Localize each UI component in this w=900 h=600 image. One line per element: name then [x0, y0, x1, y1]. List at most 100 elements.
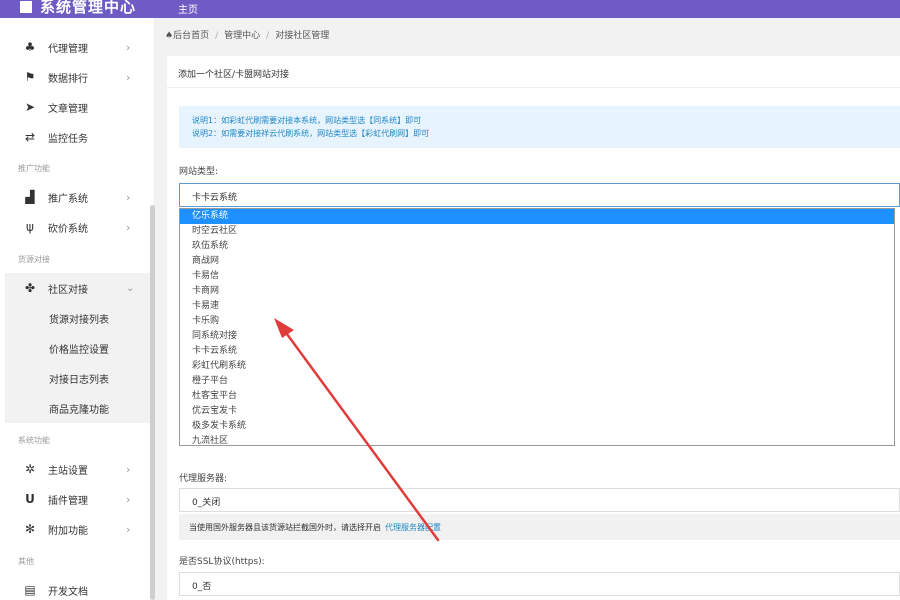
- breadcrumb-level1[interactable]: 管理中心: [224, 31, 260, 41]
- ssl-value: 0_否: [192, 582, 212, 592]
- sidebar-item-plugins[interactable]: U 插件管理 ›: [0, 484, 150, 514]
- sidebar: ♣ 代理管理 › ⚑ 数据排行 › ➤ 文章管理 ⇄ 监控任务 推广功能 ▟ 推…: [0, 18, 155, 600]
- sidebar-subitem-clone[interactable]: 商品克隆功能: [5, 393, 152, 423]
- chevron-right-icon: ›: [126, 462, 131, 476]
- site-type-dropdown: 亿乐系统 时空云社区 玖伍系统 商战网 卡易信 卡商网 卡易速 卡乐购 同系统对…: [179, 208, 895, 446]
- sidebar-item-extras[interactable]: ✻ 附加功能 ›: [0, 514, 150, 544]
- sidebar-subitem-log-list[interactable]: 对接日志列表: [5, 363, 152, 393]
- sidebar-item-agent[interactable]: ♣ 代理管理 ›: [0, 32, 150, 62]
- proxy-help-message: 当使用国外服务器且该货源站拦截国外时，请选择开启: [189, 523, 381, 532]
- card-title: 添加一个社区/卡盟网站对接: [178, 70, 290, 80]
- document-icon: ▤: [24, 583, 36, 597]
- dropdown-option[interactable]: 商战网: [180, 254, 894, 269]
- breadcrumb-separator: /: [215, 31, 219, 41]
- magnet-icon: U: [25, 492, 35, 506]
- chevron-right-icon: ›: [126, 40, 131, 54]
- chevron-right-icon: ›: [126, 522, 131, 536]
- dropdown-option[interactable]: 优云宝发卡: [180, 404, 894, 419]
- brand-icon: [20, 1, 32, 13]
- tip-line-2: 说明2：如需要对接祥云代刷系统，网站类型选【彩虹代刷网】即可: [192, 129, 430, 138]
- sidebar-item-site-settings[interactable]: ✲ 主站设置 ›: [0, 454, 150, 484]
- dropdown-option[interactable]: 卡易信: [180, 269, 894, 284]
- sidebar-subitem-source-list[interactable]: 货源对接列表: [5, 303, 152, 333]
- dropdown-option[interactable]: 卡卡云系统: [180, 344, 894, 359]
- sidebar-item-articles[interactable]: ➤ 文章管理: [0, 92, 150, 122]
- sidebar-subitem-label: 商品克隆功能: [49, 404, 109, 416]
- sidebar-section-promo: 推广功能: [18, 164, 50, 173]
- sidebar-item-label: 文章管理: [48, 103, 88, 115]
- sidebar-subitem-price-monitor[interactable]: 价格监控设置: [5, 333, 152, 363]
- info-tip: 说明1：如彩虹代刷需要对接本系统，网站类型选【同系统】即可 说明2：如需要对接祥…: [179, 106, 900, 148]
- site-type-value: 卡卡云系统: [192, 193, 238, 203]
- sidebar-item-label: 主站设置: [48, 465, 88, 477]
- chevron-down-icon: ⌄: [126, 282, 135, 294]
- sidebar-section-source: 货源对接: [18, 255, 50, 264]
- breadcrumb-level2: 对接社区管理: [275, 31, 330, 41]
- top-navbar: 系统管理中心 主页: [0, 0, 900, 18]
- dropdown-option[interactable]: 卡商网: [180, 284, 894, 299]
- dropdown-option[interactable]: 卡易速: [180, 299, 894, 314]
- sidebar-subitem-label: 对接日志列表: [49, 374, 109, 386]
- chevron-right-icon: ›: [126, 492, 131, 506]
- dropdown-option[interactable]: 杜客宝平台: [180, 389, 894, 404]
- flag-icon: ⚑: [24, 70, 36, 84]
- proxy-value: 0_关闭: [192, 498, 221, 508]
- sidebar-item-label: 监控任务: [48, 133, 88, 145]
- chart-icon: ▟: [25, 190, 35, 204]
- sidebar-item-ranking[interactable]: ⚑ 数据排行 ›: [0, 62, 150, 92]
- proxy-help: 当使用国外服务器且该货源站拦截国外时，请选择开启 代理服务器配置: [179, 514, 900, 540]
- site-type-select[interactable]: 卡卡云系统: [179, 183, 900, 207]
- dropdown-option[interactable]: 玖伍系统: [180, 239, 894, 254]
- sidebar-item-label: 推广系统: [48, 193, 88, 205]
- breadcrumb-home[interactable]: 后台首页: [173, 31, 209, 41]
- chevron-right-icon: ›: [126, 220, 131, 234]
- sidebar-subitem-label: 货源对接列表: [49, 314, 109, 326]
- chevron-right-icon: ›: [126, 70, 131, 84]
- sidebar-item-label: 数据排行: [48, 73, 88, 85]
- card-header: 添加一个社区/卡盟网站对接: [167, 56, 900, 88]
- ssl-label: 是否SSL协议(https):: [179, 557, 265, 567]
- sidebar-subitem-label: 价格监控设置: [49, 344, 109, 356]
- brand-title: 系统管理中心: [40, 0, 137, 16]
- proxy-config-link[interactable]: 代理服务器配置: [385, 523, 441, 532]
- sidebar-item-label: 代理管理: [48, 43, 88, 55]
- chevron-right-icon: ›: [126, 190, 131, 204]
- sidebar-section-system: 系统功能: [18, 436, 50, 445]
- sitemap-icon: ♣: [24, 40, 36, 54]
- dropdown-option[interactable]: 九流社区: [180, 434, 894, 449]
- app-brand: 系统管理中心: [20, 0, 136, 17]
- sidebar-item-label: 开发文档: [48, 586, 88, 598]
- gear-icon: ✲: [24, 462, 36, 476]
- dropdown-option[interactable]: 极多发卡系统: [180, 419, 894, 434]
- dropdown-option[interactable]: 橙子平台: [180, 374, 894, 389]
- home-icon: ♠: [165, 31, 174, 41]
- site-type-label: 网站类型:: [179, 167, 219, 177]
- cubes-icon: ✤: [24, 281, 36, 295]
- dropdown-option[interactable]: 彩虹代刷系统: [180, 359, 894, 374]
- tip-line-1: 说明1：如彩虹代刷需要对接本系统，网站类型选【同系统】即可: [192, 116, 422, 125]
- sidebar-section-other: 其他: [18, 557, 34, 566]
- proxy-label: 代理服务器:: [179, 474, 228, 484]
- dropdown-option[interactable]: 卡乐购: [180, 314, 894, 329]
- exchange-icon: ⇄: [24, 130, 36, 144]
- sidebar-item-label: 附加功能: [48, 525, 88, 537]
- breadcrumb-separator: /: [266, 31, 270, 41]
- sidebar-item-bargain[interactable]: ψ 砍价系统 ›: [0, 212, 150, 242]
- proxy-select[interactable]: 0_关闭: [179, 488, 900, 512]
- proxy-help-text: 当使用国外服务器且该货源站拦截国外时，请选择开启 代理服务器配置: [189, 522, 441, 533]
- sidebar-item-promo-system[interactable]: ▟ 推广系统 ›: [0, 182, 150, 212]
- cogs-icon: ✻: [24, 522, 36, 536]
- cutlery-icon: ψ: [26, 220, 34, 234]
- dropdown-option[interactable]: 亿乐系统: [180, 209, 894, 224]
- ssl-select[interactable]: 0_否: [179, 572, 900, 596]
- sidebar-item-docs[interactable]: ▤ 开发文档: [0, 575, 150, 600]
- dropdown-option[interactable]: 同系统对接: [180, 329, 894, 344]
- dropdown-option[interactable]: 时空云社区: [180, 224, 894, 239]
- send-icon: ➤: [24, 100, 36, 114]
- sidebar-item-label: 社区对接: [48, 284, 88, 296]
- sidebar-item-community[interactable]: ✤ 社区对接 ⌄: [5, 273, 152, 303]
- breadcrumb: ♠后台首页 / 管理中心 / 对接社区管理: [165, 28, 329, 41]
- top-tab[interactable]: 主页: [178, 1, 198, 16]
- sidebar-item-label: 砍价系统: [48, 223, 88, 235]
- sidebar-item-monitor[interactable]: ⇄ 监控任务: [0, 122, 150, 152]
